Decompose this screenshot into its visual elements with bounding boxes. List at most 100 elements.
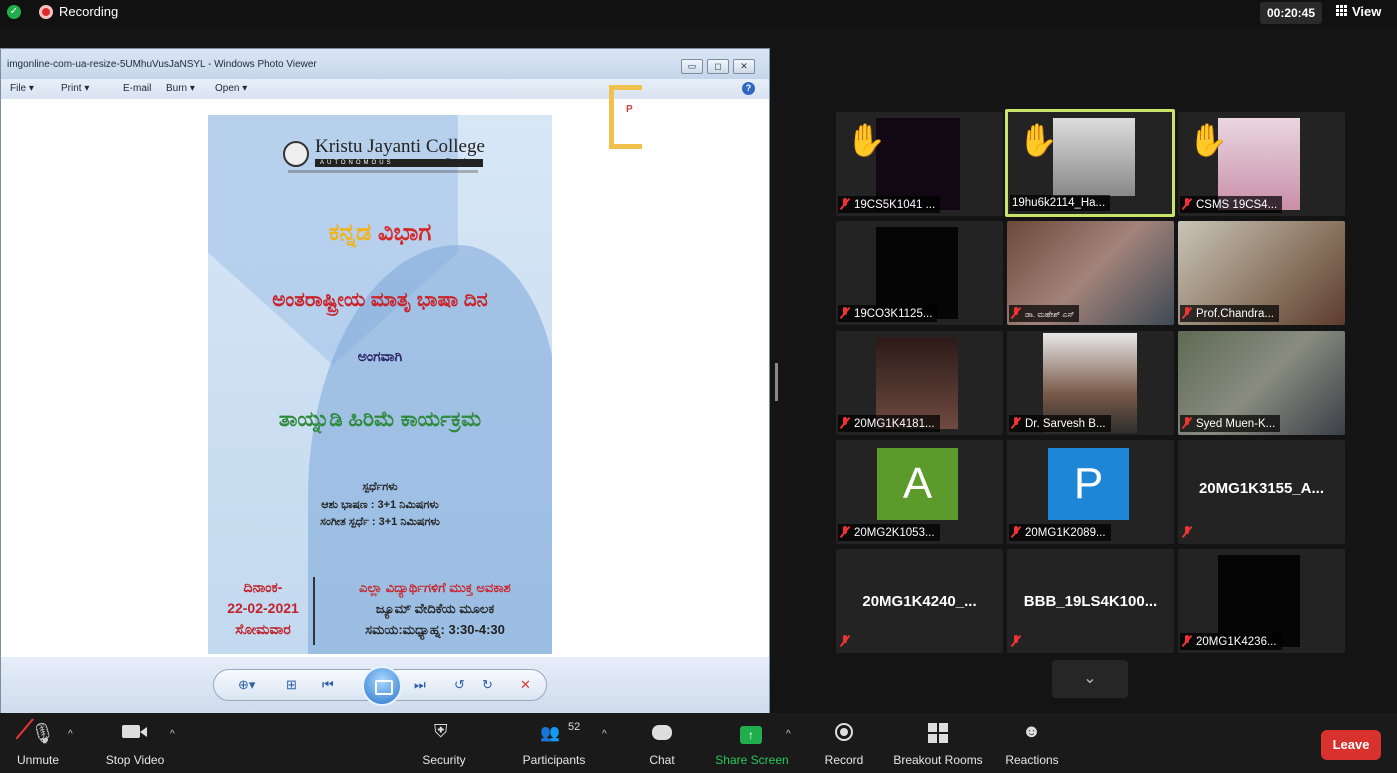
- participant-tile[interactable]: 20MG1K3155_A...: [1178, 440, 1345, 544]
- shield-icon: ⛨: [434, 721, 448, 741]
- minimize-icon[interactable]: ▭: [681, 59, 703, 74]
- security-shield-icon[interactable]: ✓: [7, 5, 21, 19]
- poster-college-name: Kristu Jayanti College: [315, 136, 485, 157]
- participants-count: 52: [568, 721, 581, 733]
- participant-name-tag: CSMS 19CS4...: [1180, 196, 1283, 213]
- share-screen-label: Share Screen: [715, 753, 789, 767]
- recording-label[interactable]: Recording: [59, 4, 118, 19]
- grid-icon: [1336, 5, 1348, 17]
- event-poster: Kristu Jayanti College AUTONOMOUS Bengal…: [208, 115, 552, 654]
- participant-tile[interactable]: A 20MG2K1053...: [836, 440, 1003, 544]
- record-label: Record: [824, 753, 864, 767]
- video-options-caret[interactable]: ^: [170, 729, 175, 740]
- avatar: A: [877, 448, 958, 520]
- participant-tile[interactable]: 19CO3K1125...: [836, 221, 1003, 325]
- participant-name: 20MG1K4181...: [854, 418, 935, 430]
- mic-muted-icon: [1182, 526, 1192, 538]
- help-icon[interactable]: ?: [742, 82, 755, 95]
- share-options-caret[interactable]: ^: [786, 729, 791, 740]
- participant-name-tag: 19CS5K1041 ...: [838, 196, 941, 213]
- participant-tile[interactable]: ✋ 19CS5K1041 ...: [836, 112, 1003, 216]
- poster-platform: ಜ್ಯೂಮ್ ವೇದಿಕೆಯ ಮೂಲಕ: [375, 601, 495, 616]
- audio-options-caret[interactable]: ^: [68, 729, 73, 740]
- participant-tile[interactable]: 20MG1K4236...: [1178, 549, 1345, 653]
- record-button[interactable]: Record: [818, 713, 870, 773]
- stop-video-label: Stop Video: [105, 753, 165, 767]
- participant-tile-active[interactable]: ✋ 19hu6k2114_Ha...: [1005, 109, 1175, 217]
- participants-button[interactable]: 👥 52 Participants: [512, 713, 596, 773]
- photo-viewer-menu: File ▾ Print ▾ E-mail Burn ▾ Open ▾ ?: [1, 79, 769, 99]
- participant-tile[interactable]: Syed Muen-K...: [1178, 331, 1345, 435]
- participant-tile[interactable]: BBB_19LS4K100...: [1007, 549, 1174, 653]
- participant-name-tag: [1180, 524, 1201, 541]
- security-label: Security: [422, 753, 466, 767]
- participant-name-tag: 20MG1K4236...: [1180, 633, 1282, 650]
- delete-icon[interactable]: ✕: [520, 677, 531, 693]
- poster-event-block: ಎಲ್ಲಾ ವಿದ್ಯಾರ್ಥಿಗಳಿಗೆ ಮುಕ್ತ ಅವಕಾಶ ಜ್ಯೂಮ್…: [318, 577, 552, 640]
- participant-name: 19hu6k2114_Ha...: [1012, 197, 1106, 209]
- breakout-rooms-button[interactable]: Breakout Rooms: [890, 713, 986, 773]
- chat-label: Chat: [649, 753, 675, 767]
- poster-city: Bengaluru: [446, 157, 476, 165]
- mic-muted-icon: [840, 198, 850, 210]
- participant-name-tag: Syed Muen-K...: [1180, 415, 1281, 432]
- menu-open[interactable]: Open ▾: [215, 83, 247, 94]
- unmute-button[interactable]: 🎙 Unmute: [8, 713, 68, 773]
- zoom-icon[interactable]: ⊕▾: [238, 677, 255, 693]
- rotate-cw-icon[interactable]: ↻: [482, 677, 493, 693]
- video-camera-icon: [122, 725, 140, 738]
- close-icon[interactable]: ✕: [733, 59, 755, 74]
- participant-name-tag: Dr. Sarvesh B...: [1009, 415, 1111, 432]
- splitter-handle[interactable]: [775, 363, 778, 401]
- previous-icon[interactable]: ⏮: [322, 677, 334, 693]
- poster-date: 22-02-2021: [227, 600, 299, 616]
- navigation-bar: ⊕▾ ⊞ ⏮ ⏭ ↺ ↻ ✕: [213, 666, 547, 706]
- view-button[interactable]: View: [1336, 4, 1381, 19]
- maximize-icon[interactable]: ◻: [707, 59, 729, 74]
- recording-dot-icon: [39, 5, 53, 19]
- rotate-ccw-icon[interactable]: ↺: [454, 677, 465, 693]
- participants-icon: 👥: [540, 725, 560, 742]
- participant-big-name: 20MG1K3155_A...: [1198, 480, 1325, 497]
- menu-print[interactable]: Print ▾: [61, 83, 89, 94]
- meeting-top-bar: ✓ Recording 00:20:45 View: [0, 0, 1397, 26]
- participant-name: Syed Muen-K...: [1196, 418, 1276, 430]
- window-titlebar[interactable]: imgonline-com-ua-resize-5UMhuVusJaNSYL -…: [1, 49, 769, 79]
- participant-tile[interactable]: ಡಾ. ಮಹೇಶ್ ಎಸ್: [1007, 221, 1174, 325]
- window-title: imgonline-com-ua-resize-5UMhuVusJaNSYL -…: [7, 59, 317, 70]
- mic-muted-icon: [1182, 417, 1192, 429]
- participant-tile[interactable]: P 20MG1K2089...: [1007, 440, 1174, 544]
- security-button[interactable]: ⛨ Security: [412, 713, 476, 773]
- slideshow-button[interactable]: [362, 666, 402, 706]
- video-camera-lens: [140, 727, 147, 737]
- reactions-button[interactable]: ☻ Reactions: [1000, 713, 1064, 773]
- poster-date-block: ದಿನಾಂಕ- 22-02-2021 ಸೋಮವಾರ: [218, 577, 308, 640]
- menu-burn[interactable]: Burn ▾: [166, 83, 195, 94]
- mic-muted-icon: [1182, 198, 1192, 210]
- poster-weekday: ಸೋಮವಾರ: [235, 621, 291, 637]
- participant-tile[interactable]: Prof.Chandra...: [1178, 221, 1345, 325]
- share-screen-button[interactable]: ↑ Share Screen: [712, 713, 792, 773]
- leave-button[interactable]: Leave: [1321, 730, 1381, 760]
- participant-tile[interactable]: 20MG1K4240_...: [836, 549, 1003, 653]
- reactions-label: Reactions: [1005, 753, 1059, 767]
- participant-tile[interactable]: ✋ CSMS 19CS4...: [1178, 112, 1345, 216]
- participant-name-tag: ಡಾ. ಮಹೇಶ್ ಎಸ್: [1009, 305, 1080, 322]
- chat-button[interactable]: Chat: [640, 713, 684, 773]
- gallery-next-page-button[interactable]: ⌄: [1052, 660, 1128, 698]
- mic-muted-icon: [1011, 526, 1021, 538]
- poster-music: ಸಂಗೀತ ಸ್ಪರ್ಧೆ : 3+1 ನಿಮಿಷಗಳು: [320, 516, 440, 528]
- photo-viewer-window: imgonline-com-ua-resize-5UMhuVusJaNSYL -…: [0, 48, 770, 713]
- next-icon[interactable]: ⏭: [414, 677, 426, 693]
- menu-email[interactable]: E-mail: [123, 83, 151, 94]
- participant-video: [1053, 118, 1135, 196]
- participant-tile[interactable]: Dr. Sarvesh B...: [1007, 331, 1174, 435]
- participant-tile[interactable]: 20MG1K4181...: [836, 331, 1003, 435]
- participants-options-caret[interactable]: ^: [602, 729, 607, 740]
- actual-size-icon[interactable]: ⊞: [286, 677, 297, 693]
- stop-video-button[interactable]: Stop Video: [100, 713, 170, 773]
- raised-hand-icon: ✋: [1188, 122, 1228, 158]
- menu-file[interactable]: File ▾: [10, 83, 34, 94]
- poster-competitions: ಸ್ಪರ್ಧೆಗಳು: [362, 481, 398, 493]
- poster-dept-part2: ವಿಭಾಗ: [378, 219, 432, 246]
